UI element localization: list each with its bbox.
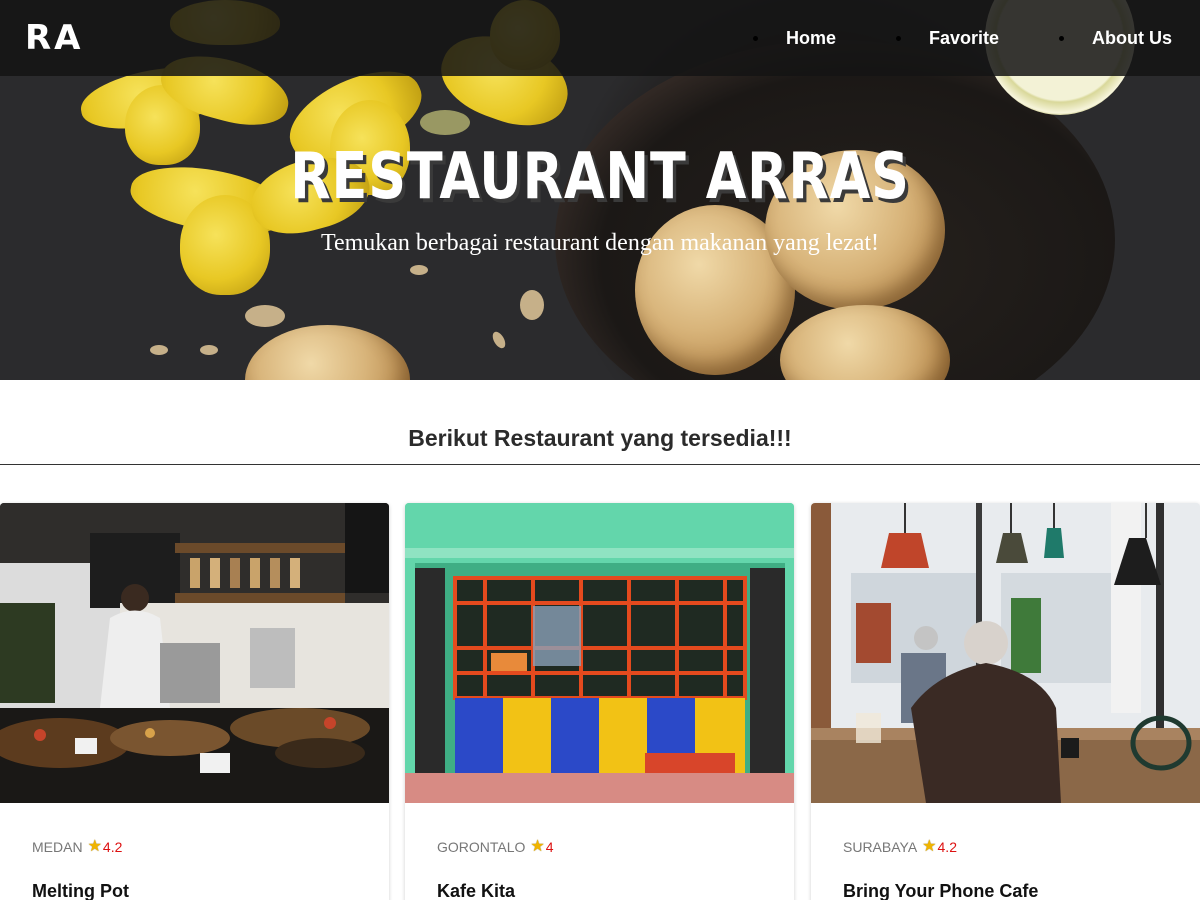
nav-link-favorite[interactable]: Favorite — [929, 28, 999, 49]
restaurant-image — [0, 503, 389, 803]
card-meta: SURABAYA ★ 4.2 — [843, 838, 1168, 856]
restaurant-image-illustration — [811, 503, 1200, 803]
hero-title: RESTAURANT ARRAS — [290, 140, 910, 214]
hero-subtitle: Temukan berbagai restaurant dengan makan… — [320, 230, 880, 256]
hero-crumb — [520, 290, 544, 320]
hero-crumb — [200, 345, 218, 355]
restaurant-name[interactable]: Bring Your Phone Cafe — [843, 881, 1168, 900]
restaurant-card[interactable]: SURABAYA ★ 4.2 Bring Your Phone Cafe — [811, 503, 1200, 900]
card-meta: MEDAN ★ 4.2 — [32, 838, 357, 856]
bullet-icon — [1059, 35, 1064, 41]
section-divider — [0, 464, 1200, 465]
restaurant-city: MEDAN — [32, 839, 83, 855]
bullet-icon — [895, 35, 901, 41]
restaurant-card[interactable]: MEDAN ★ 4.2 Melting Pot — [0, 503, 389, 900]
brand-logo[interactable]: RA — [25, 18, 84, 58]
restaurant-image-illustration — [0, 503, 389, 803]
section-heading: Berikut Restaurant yang tersedia!!! — [408, 425, 792, 451]
restaurant-image-illustration — [405, 503, 794, 803]
restaurant-rating: 4.2 — [102, 839, 123, 855]
card-meta: GORONTALO ★ 4 — [437, 838, 762, 856]
hero-cookie — [245, 325, 410, 380]
nav-item-home: Home — [752, 28, 896, 49]
hero-leaf — [420, 110, 470, 135]
restaurant-name[interactable]: Melting Pot — [32, 881, 357, 900]
restaurant-image — [811, 503, 1200, 803]
restaurant-image — [405, 503, 794, 803]
card-body: MEDAN ★ 4.2 Melting Pot — [0, 803, 389, 900]
hero-crumb — [245, 305, 285, 327]
restaurant-list: MEDAN ★ 4.2 Melting Pot GORONTALO ★ 4 Ka… — [0, 503, 1200, 900]
nav-menu: Home Favorite About Us — [752, 28, 1172, 49]
nav-item-about-us: About Us — [1059, 28, 1172, 49]
restaurant-city: SURABAYA — [843, 839, 918, 855]
star-icon: ★ — [922, 838, 937, 855]
hero-crumb — [490, 329, 508, 351]
nav-link-home[interactable]: Home — [786, 28, 836, 49]
star-icon: ★ — [87, 838, 102, 855]
restaurant-card[interactable]: GORONTALO ★ 4 Kafe Kita — [405, 503, 794, 900]
bullet-icon — [752, 35, 758, 41]
restaurant-rating: 4.2 — [937, 839, 957, 855]
hero-crumb — [150, 345, 168, 355]
star-icon: ★ — [530, 838, 545, 855]
nav-item-favorite: Favorite — [895, 28, 1059, 49]
nav-link-about-us[interactable]: About Us — [1092, 28, 1172, 49]
card-body: SURABAYA ★ 4.2 Bring Your Phone Cafe — [811, 803, 1200, 900]
restaurant-rating: 4 — [545, 839, 554, 855]
card-body: GORONTALO ★ 4 Kafe Kita — [405, 803, 794, 900]
hero-crumb — [410, 265, 428, 275]
navbar: RA Home Favorite About Us — [0, 0, 1200, 76]
restaurant-city: GORONTALO — [437, 839, 526, 855]
restaurant-name[interactable]: Kafe Kita — [437, 881, 762, 900]
